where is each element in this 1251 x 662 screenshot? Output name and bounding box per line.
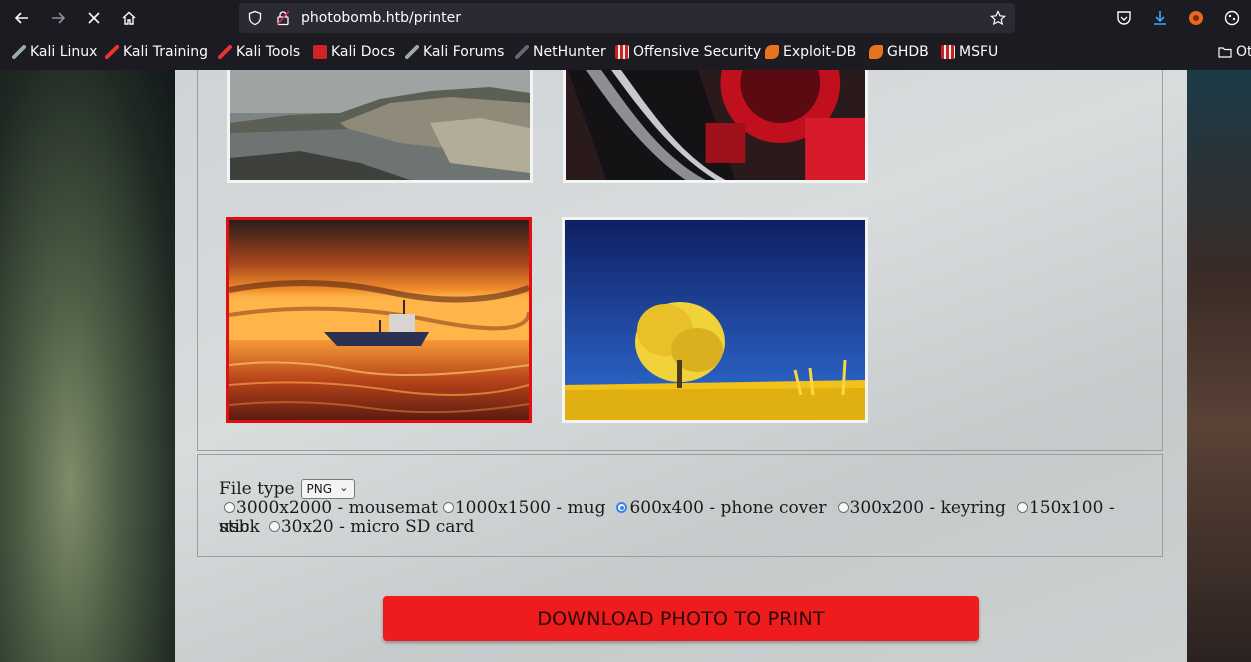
- radio-phone-cover[interactable]: [616, 502, 628, 513]
- coastline-photo[interactable]: [227, 70, 533, 183]
- bookmarks-toolbar: Kali Linux Kali Training Kali Tools Kali…: [0, 40, 1251, 68]
- back-icon[interactable]: [8, 4, 36, 32]
- foxyproxy-icon[interactable]: [1187, 9, 1205, 27]
- kali-dragon-icon: [105, 45, 119, 59]
- browser-chrome: photobomb.htb/printer Kali Linux Kali Tr…: [0, 0, 1251, 70]
- bookmark-ghdb[interactable]: GHDB: [869, 44, 929, 60]
- file-type-row: File type PNG ⌄: [219, 479, 355, 499]
- print-options: File type PNG ⌄ 3000x2000 - mousemat 1000…: [197, 454, 1163, 557]
- kali-dragon-icon: [12, 45, 26, 59]
- download-photo-button[interactable]: DOWNLOAD PHOTO TO PRINT: [383, 596, 979, 641]
- bookmark-label: Kali Forums: [423, 44, 505, 60]
- background-right: [1187, 70, 1251, 662]
- size-label: 600x400 - phone cover: [629, 498, 827, 518]
- pocket-icon[interactable]: [1115, 9, 1133, 27]
- printer-panel: File type PNG ⌄ 3000x2000 - mousemat 1000…: [175, 70, 1187, 662]
- bookmark-kali-tools[interactable]: Kali Tools: [218, 44, 300, 60]
- home-icon[interactable]: [115, 4, 143, 32]
- file-type-label: File type: [219, 479, 295, 499]
- offsec-icon: [615, 45, 629, 59]
- file-type-select[interactable]: PNG ⌄: [300, 479, 355, 499]
- bookmark-label: Ot: [1236, 44, 1251, 60]
- bookmark-other-folder[interactable]: Ot: [1218, 44, 1251, 60]
- bookmark-label: Kali Training: [123, 44, 208, 60]
- stop-loading-icon[interactable]: [80, 4, 108, 32]
- radio-micro-sd[interactable]: [268, 521, 280, 532]
- chevron-down-icon: ⌄: [339, 481, 349, 494]
- bookmark-kali-training[interactable]: Kali Training: [105, 44, 208, 60]
- extensions-icon[interactable]: [1223, 9, 1241, 27]
- radio-usb-stick[interactable]: [1016, 502, 1028, 513]
- kali-dragon-icon: [218, 45, 232, 59]
- size-label: 3000x2000 - mousemat: [236, 498, 438, 518]
- folder-icon: [1218, 47, 1232, 58]
- radio-mug[interactable]: [442, 502, 454, 513]
- bookmark-kali-linux[interactable]: Kali Linux: [12, 44, 97, 60]
- bookmark-kali-docs[interactable]: Kali Docs: [313, 44, 395, 60]
- size-label: 300x200 - keyring: [849, 498, 1006, 518]
- red-car-wheel-photo[interactable]: [563, 70, 868, 183]
- kali-docs-icon: [313, 45, 327, 59]
- bookmark-label: Kali Linux: [30, 44, 98, 60]
- nethunter-icon: [515, 45, 529, 59]
- bookmark-label: NetHunter: [533, 44, 606, 60]
- bookmark-label: Kali Docs: [331, 44, 396, 60]
- navigation-bar: photobomb.htb/printer: [0, 0, 1251, 36]
- boat-sunset-photo[interactable]: [226, 217, 532, 423]
- bookmark-exploit-db[interactable]: Exploit-DB: [765, 44, 856, 60]
- downloads-icon[interactable]: [1151, 9, 1169, 27]
- size-label-continued: stick: [219, 517, 260, 537]
- size-options-line-2: stick 30x20 - micro SD card: [219, 518, 1139, 537]
- bookmark-label: Kali Tools: [236, 44, 301, 60]
- bookmark-nethunter[interactable]: NetHunter: [515, 44, 606, 60]
- offsec-icon: [941, 45, 955, 59]
- bookmark-star-icon[interactable]: [990, 10, 1006, 26]
- bookmark-label: GHDB: [887, 44, 929, 60]
- background-left: [0, 70, 175, 662]
- url-text[interactable]: photobomb.htb/printer: [301, 10, 461, 26]
- insecure-lock-icon[interactable]: [275, 10, 291, 26]
- yellow-tree-photo[interactable]: [562, 217, 868, 423]
- bookmark-label: Exploit-DB: [783, 44, 857, 60]
- bookmark-msfu[interactable]: MSFU: [941, 44, 998, 60]
- bookmark-kali-forums[interactable]: Kali Forums: [405, 44, 504, 60]
- bookmark-offensive-security[interactable]: Offensive Security: [615, 44, 761, 60]
- exploitdb-icon: [765, 45, 779, 59]
- page-viewport: File type PNG ⌄ 3000x2000 - mousemat 1000…: [0, 70, 1251, 662]
- shield-icon[interactable]: [247, 10, 263, 26]
- bookmark-label: Offensive Security: [633, 44, 762, 60]
- forward-icon[interactable]: [44, 4, 72, 32]
- radio-keyring[interactable]: [837, 502, 849, 513]
- radio-mousemat[interactable]: [224, 502, 235, 513]
- size-label: 1000x1500 - mug: [454, 498, 606, 518]
- url-bar[interactable]: photobomb.htb/printer: [239, 3, 1015, 33]
- kali-dragon-icon: [405, 45, 419, 59]
- size-label: 30x20 - micro SD card: [280, 517, 475, 537]
- bookmark-label: MSFU: [959, 44, 999, 60]
- exploitdb-icon: [869, 45, 883, 59]
- file-type-value: PNG: [306, 482, 333, 496]
